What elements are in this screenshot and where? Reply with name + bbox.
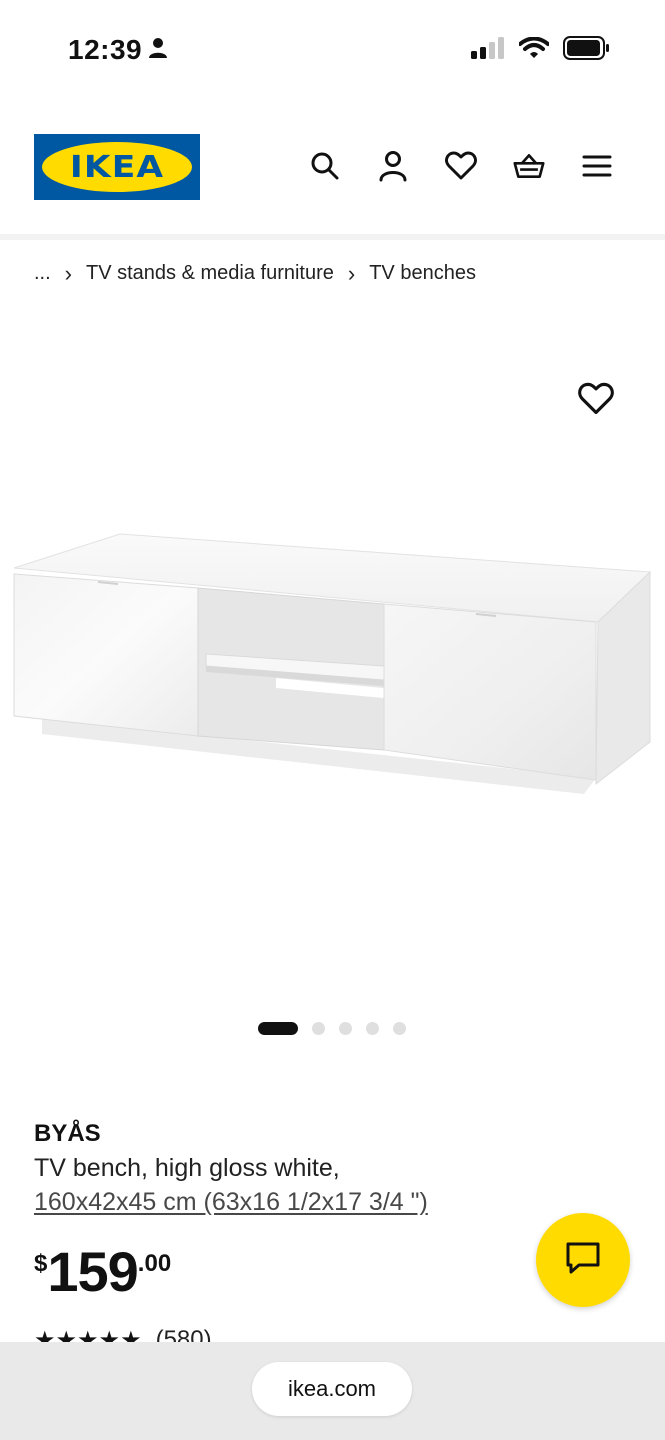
address-bar-url: ikea.com — [287, 1376, 377, 1401]
basket-icon[interactable] — [513, 150, 545, 182]
breadcrumb-separator: › — [64, 260, 72, 286]
rating-count: (580) — [155, 1326, 212, 1342]
chat-button[interactable] — [536, 1213, 630, 1307]
add-to-favourites-icon[interactable] — [578, 382, 614, 416]
logo-ellipse: IKEA — [42, 142, 192, 192]
status-icons — [471, 36, 609, 65]
cellular-signal-icon — [471, 37, 505, 64]
wifi-icon — [518, 36, 550, 64]
product-rating[interactable]: ★★★★★ (580) — [34, 1326, 212, 1342]
product-size-link[interactable]: 160x42x45 cm (63x16 1/2x17 3/4 ") — [34, 1188, 428, 1217]
address-bar[interactable]: ikea.com — [252, 1362, 412, 1416]
product-image[interactable] — [0, 510, 665, 820]
breadcrumb-tv-benches[interactable]: TV benches — [369, 262, 476, 285]
site-header: IKEA — [0, 96, 665, 234]
breadcrumb-separator: › — [347, 260, 356, 286]
person-icon — [148, 34, 168, 66]
chat-icon — [565, 1241, 601, 1280]
heart-icon[interactable] — [445, 150, 477, 182]
breadcrumb: ... › TV stands & media furniture › TV b… — [34, 262, 476, 285]
battery-icon — [563, 36, 609, 65]
product-name: BYÅS — [34, 1120, 101, 1147]
carousel-dot[interactable] — [393, 1022, 406, 1035]
image-carousel-dots — [258, 1022, 406, 1035]
carousel-dot[interactable] — [339, 1022, 352, 1035]
price-decimal: .00 — [137, 1250, 172, 1277]
breadcrumb-tv-stands[interactable]: TV stands & media furniture — [86, 262, 334, 285]
price-currency: $ — [34, 1250, 48, 1277]
ikea-logo[interactable]: IKEA — [34, 134, 200, 200]
carousel-dot[interactable] — [312, 1022, 325, 1035]
price-integer: 159 — [47, 1240, 138, 1303]
logo-text: IKEA — [69, 149, 165, 185]
product-description: TV bench, high gloss white, — [34, 1154, 340, 1182]
account-icon[interactable] — [377, 150, 409, 182]
status-time: 12:39 — [68, 34, 168, 66]
status-bar: 12:39 — [0, 0, 665, 96]
header-divider — [0, 234, 665, 240]
carousel-dot[interactable] — [366, 1022, 379, 1035]
breadcrumb-ellipsis[interactable]: ... — [34, 262, 51, 285]
status-time-text: 12:39 — [68, 34, 143, 65]
header-actions — [309, 150, 613, 182]
product-price: $ 159 .00 — [34, 1240, 171, 1304]
menu-icon[interactable] — [581, 150, 613, 182]
rating-stars: ★★★★★ — [34, 1327, 142, 1342]
search-icon[interactable] — [309, 150, 341, 182]
carousel-dot-active[interactable] — [258, 1022, 298, 1035]
browser-bottom-bar: ikea.com — [0, 1342, 665, 1440]
